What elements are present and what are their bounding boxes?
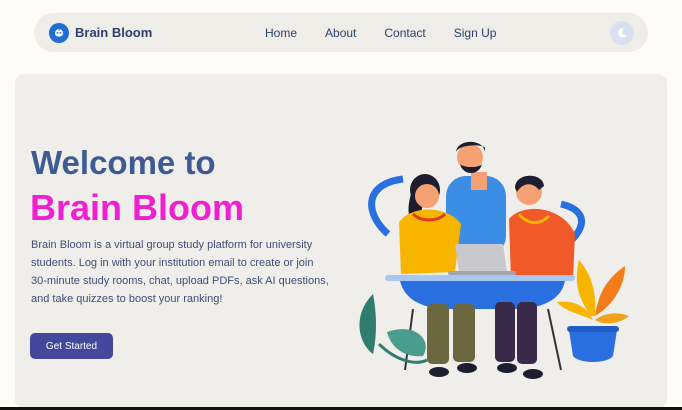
hero-description: Brain Bloom is a virtual group study pla… [31,239,329,305]
brand-name: Brain Bloom [75,25,153,40]
hero-title-line1: Welcome to [31,144,216,181]
nav-link-home[interactable]: Home [265,26,297,40]
brand[interactable]: Brain Bloom [49,13,152,52]
navbar: Brain Bloom Home About Contact Sign Up [34,13,648,52]
table-top [385,275,575,281]
hero-title-line2: Brain Bloom [30,187,245,228]
students-studying-illustration [359,141,629,379]
nav-links: Home About Contact Sign Up [265,13,524,52]
student-left-head [415,184,439,208]
theme-toggle-button[interactable] [610,21,634,45]
get-started-button[interactable]: Get Started [30,333,113,359]
moon-icon [618,28,627,38]
nav-link-contact[interactable]: Contact [384,26,425,40]
plant-left [359,294,428,364]
laptop [455,244,507,272]
nav-link-sign-up[interactable]: Sign Up [454,26,497,40]
nav-link-about[interactable]: About [325,26,356,40]
brain-icon [49,22,69,43]
